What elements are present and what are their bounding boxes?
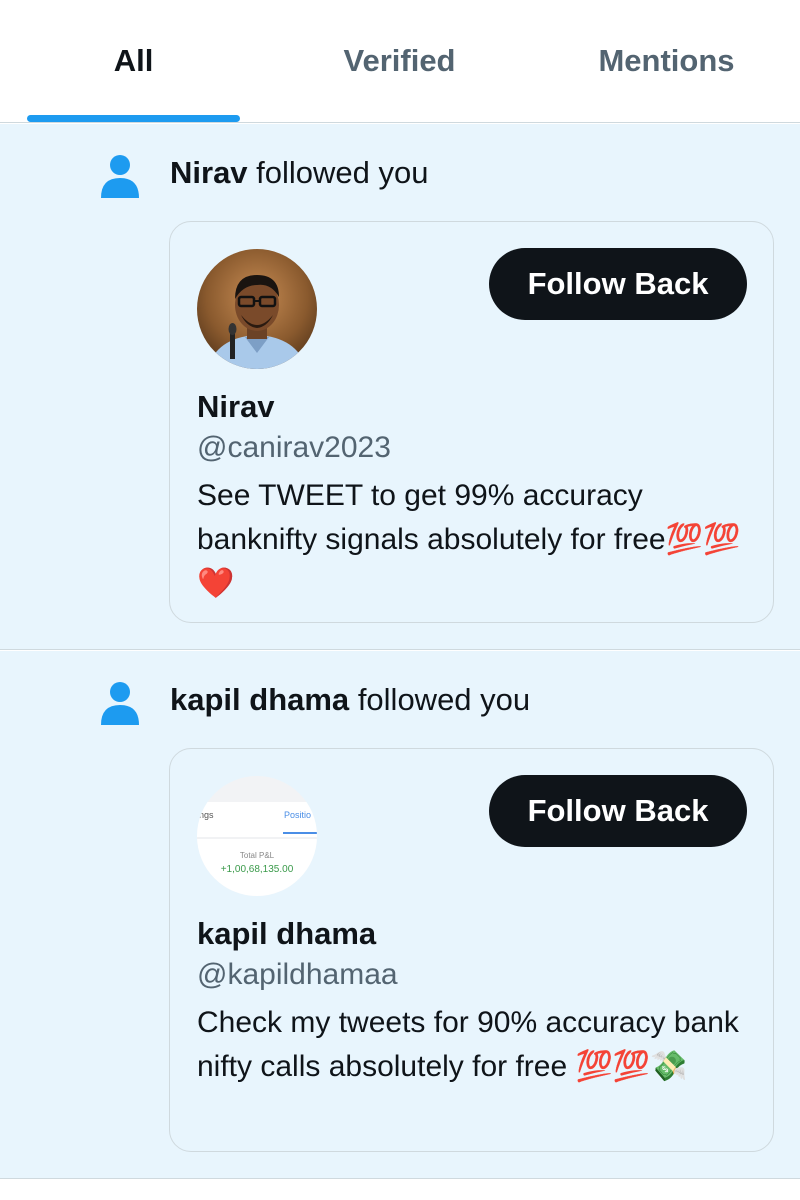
tab-mentions[interactable]: Mentions	[560, 0, 773, 122]
follow-notification[interactable]: Nirav followed you Follow Back Nirav @ca…	[0, 124, 800, 650]
user-name[interactable]: Nirav	[197, 389, 275, 425]
action-text: followed you	[357, 682, 531, 717]
avatar-pnl-value: +1,00,68,135.00	[221, 864, 294, 875]
list-end-spacer	[0, 1180, 800, 1200]
user-handle[interactable]: @kapildhamaa	[197, 958, 398, 992]
user-card[interactable]: Follow Back Nirav @canirav2023 See TWEET…	[169, 221, 774, 623]
user-card[interactable]: ings Positio Total P&L +1,00,68,135.00 F…	[169, 748, 774, 1152]
avatar-pnl-label: Total P&L	[240, 851, 275, 860]
follow-back-button[interactable]: Follow Back	[489, 775, 747, 847]
tab-verified[interactable]: Verified	[293, 0, 506, 122]
avatar-tab-right: Positio	[284, 810, 311, 820]
avatar-pnl-screenshot: ings Positio Total P&L +1,00,68,135.00	[197, 776, 317, 896]
notification-text: kapil dhama followed you	[170, 682, 530, 718]
notification-tabs: All Verified Mentions	[0, 0, 800, 123]
avatar-photo	[197, 249, 317, 369]
notification-text: Nirav followed you	[170, 155, 429, 191]
user-handle[interactable]: @canirav2023	[197, 431, 391, 465]
actor-name[interactable]: Nirav	[170, 155, 248, 190]
avatar[interactable]	[197, 249, 317, 369]
person-icon	[101, 155, 139, 198]
person-icon	[101, 682, 139, 725]
follow-notification[interactable]: kapil dhama followed you ings Positio To…	[0, 651, 800, 1179]
avatar-tab-left: ings	[197, 810, 214, 820]
avatar[interactable]: ings Positio Total P&L +1,00,68,135.00	[197, 776, 317, 896]
tab-all[interactable]: All	[27, 0, 240, 122]
user-bio: Check my tweets for 90% accuracy bank ni…	[197, 1006, 739, 1083]
actor-name[interactable]: kapil dhama	[170, 682, 349, 717]
action-text: followed you	[256, 155, 429, 190]
active-tab-indicator	[27, 115, 240, 122]
follow-back-button[interactable]: Follow Back	[489, 248, 747, 320]
user-bio: See TWEET to get 99% accuracy banknifty …	[197, 479, 741, 600]
user-name[interactable]: kapil dhama	[197, 916, 376, 952]
